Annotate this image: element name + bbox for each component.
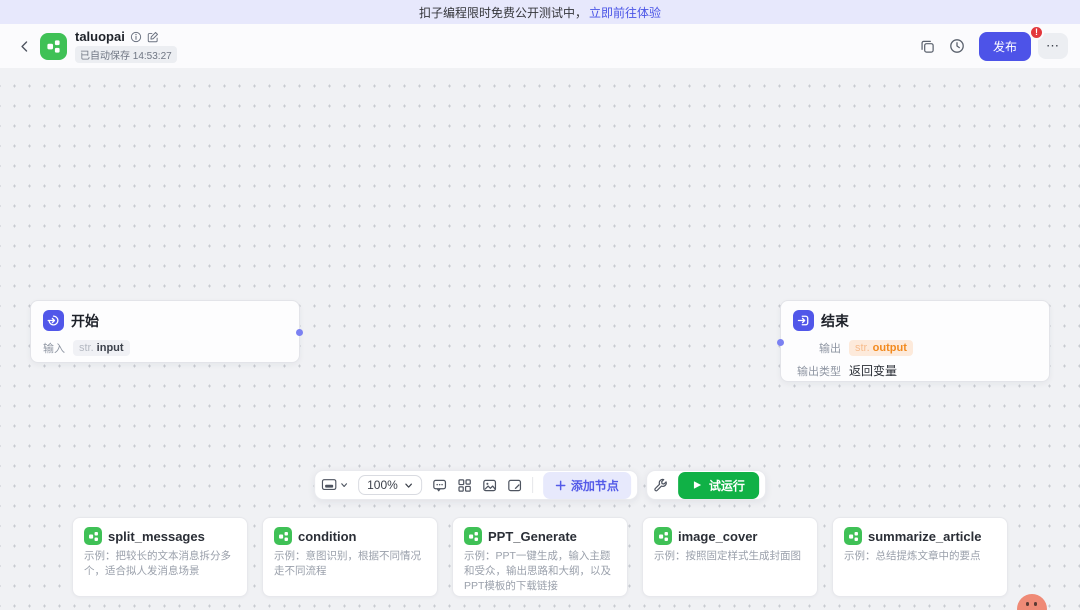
header-actions: 发布 ! ⋯ (920, 32, 1068, 61)
end-node-title: 结束 (821, 311, 849, 331)
autosave-status: 已自动保存 14:53:27 (75, 46, 177, 63)
promo-banner: 扣子编程限时免费公开测试中， 立即前往体验 (0, 0, 1080, 24)
template-card-condition[interactable]: condition 示例：意图识别，根据不同情况走不同流程 (262, 517, 438, 597)
note-icon[interactable] (507, 478, 522, 493)
end-node-icon (793, 310, 814, 331)
end-input-port[interactable] (777, 339, 784, 346)
end-output-pill: str. output (849, 340, 913, 356)
workflow-app-icon (40, 33, 67, 60)
card-title: condition (298, 529, 357, 544)
header-bar: taluopai 已自动保存 14:53:27 发布 ! ⋯ (0, 24, 1080, 68)
title-block: taluopai 已自动保存 14:53:27 (75, 29, 177, 63)
card-description: 示例：意图识别，根据不同情况走不同流程 (274, 549, 426, 579)
plus-icon (555, 480, 566, 491)
duplicate-icon[interactable] (920, 39, 935, 54)
promo-banner-link[interactable]: 立即前往体验 (589, 4, 661, 21)
back-button[interactable] (12, 34, 36, 58)
end-output-type-label: 输出类型 (793, 363, 841, 379)
workflow-icon (844, 527, 862, 545)
publish-button[interactable]: 发布 (979, 32, 1031, 61)
card-description: 示例：把较长的文本消息拆分多个，适合拟人发消息场景 (84, 549, 236, 579)
workflow-icon (464, 527, 482, 545)
workflow-icon (46, 39, 61, 54)
canvas-toolbar: 100% 添加节点 (314, 470, 766, 500)
card-title: summarize_article (868, 529, 981, 544)
play-icon (692, 480, 702, 490)
workflow-title: taluopai (75, 29, 125, 44)
start-node-title: 开始 (71, 311, 99, 331)
end-output-type-value: 返回变量 (849, 362, 897, 379)
promo-banner-text: 扣子编程限时免费公开测试中， (419, 4, 587, 21)
end-output-label: 输出 (793, 340, 841, 356)
toolbar-divider (532, 477, 533, 493)
card-title: PPT_Generate (488, 529, 577, 544)
chevron-down-icon (340, 481, 348, 489)
fit-view-icon[interactable] (321, 478, 348, 492)
history-icon[interactable] (949, 38, 965, 54)
workflow-icon (84, 527, 102, 545)
template-card-split-messages[interactable]: split_messages 示例：把较长的文本消息拆分多个，适合拟人发消息场景 (72, 517, 248, 597)
node-start[interactable]: 开始 输入 str. input (30, 300, 300, 363)
info-icon[interactable] (130, 31, 142, 43)
test-run-button[interactable]: 试运行 (678, 472, 759, 499)
workflow-icon (654, 527, 672, 545)
card-description: 示例：PPT一键生成，输入主题和受众，输出思路和大纲，以及PPT模板的下载链接 (464, 549, 616, 595)
publish-group: 发布 ! ⋯ (979, 32, 1068, 61)
card-description: 示例：总结提炼文章中的要点 (844, 549, 996, 564)
card-title: split_messages (108, 529, 205, 544)
workflow-icon (274, 527, 292, 545)
alert-badge: ! (1029, 25, 1044, 40)
template-card-row: split_messages 示例：把较长的文本消息拆分多个，适合拟人发消息场景… (72, 517, 1008, 597)
zoom-select[interactable]: 100% (358, 475, 422, 495)
chevron-down-icon (404, 481, 413, 490)
start-node-icon (43, 310, 64, 331)
node-end[interactable]: 结束 输出 str. output 输出类型 返回变量 (780, 300, 1050, 382)
wrench-icon[interactable] (653, 478, 668, 493)
toolbar-main: 100% 添加节点 (314, 470, 638, 500)
start-input-pill: str. input (73, 340, 130, 356)
template-card-ppt-generate[interactable]: PPT_Generate 示例：PPT一键生成，输入主题和受众，输出思路和大纲，… (452, 517, 628, 597)
start-output-port[interactable] (296, 329, 303, 336)
workflow-editor: 扣子编程限时免费公开测试中， 立即前往体验 taluopai (0, 0, 1080, 610)
blocks-icon[interactable] (457, 478, 472, 493)
card-description: 示例：按照固定样式生成封面图 (654, 549, 806, 564)
image-icon[interactable] (482, 478, 497, 493)
zoom-value: 100% (367, 478, 398, 492)
card-title: image_cover (678, 529, 758, 544)
template-card-image-cover[interactable]: image_cover 示例：按照固定样式生成封面图 (642, 517, 818, 597)
add-node-button[interactable]: 添加节点 (543, 472, 631, 499)
comment-icon[interactable] (432, 478, 447, 493)
template-card-summarize-article[interactable]: summarize_article 示例：总结提炼文章中的要点 (832, 517, 1008, 597)
chevron-left-icon (18, 40, 31, 53)
edit-icon[interactable] (147, 31, 159, 43)
toolbar-run: 试运行 (646, 470, 766, 500)
start-input-label: 输入 (43, 340, 65, 356)
